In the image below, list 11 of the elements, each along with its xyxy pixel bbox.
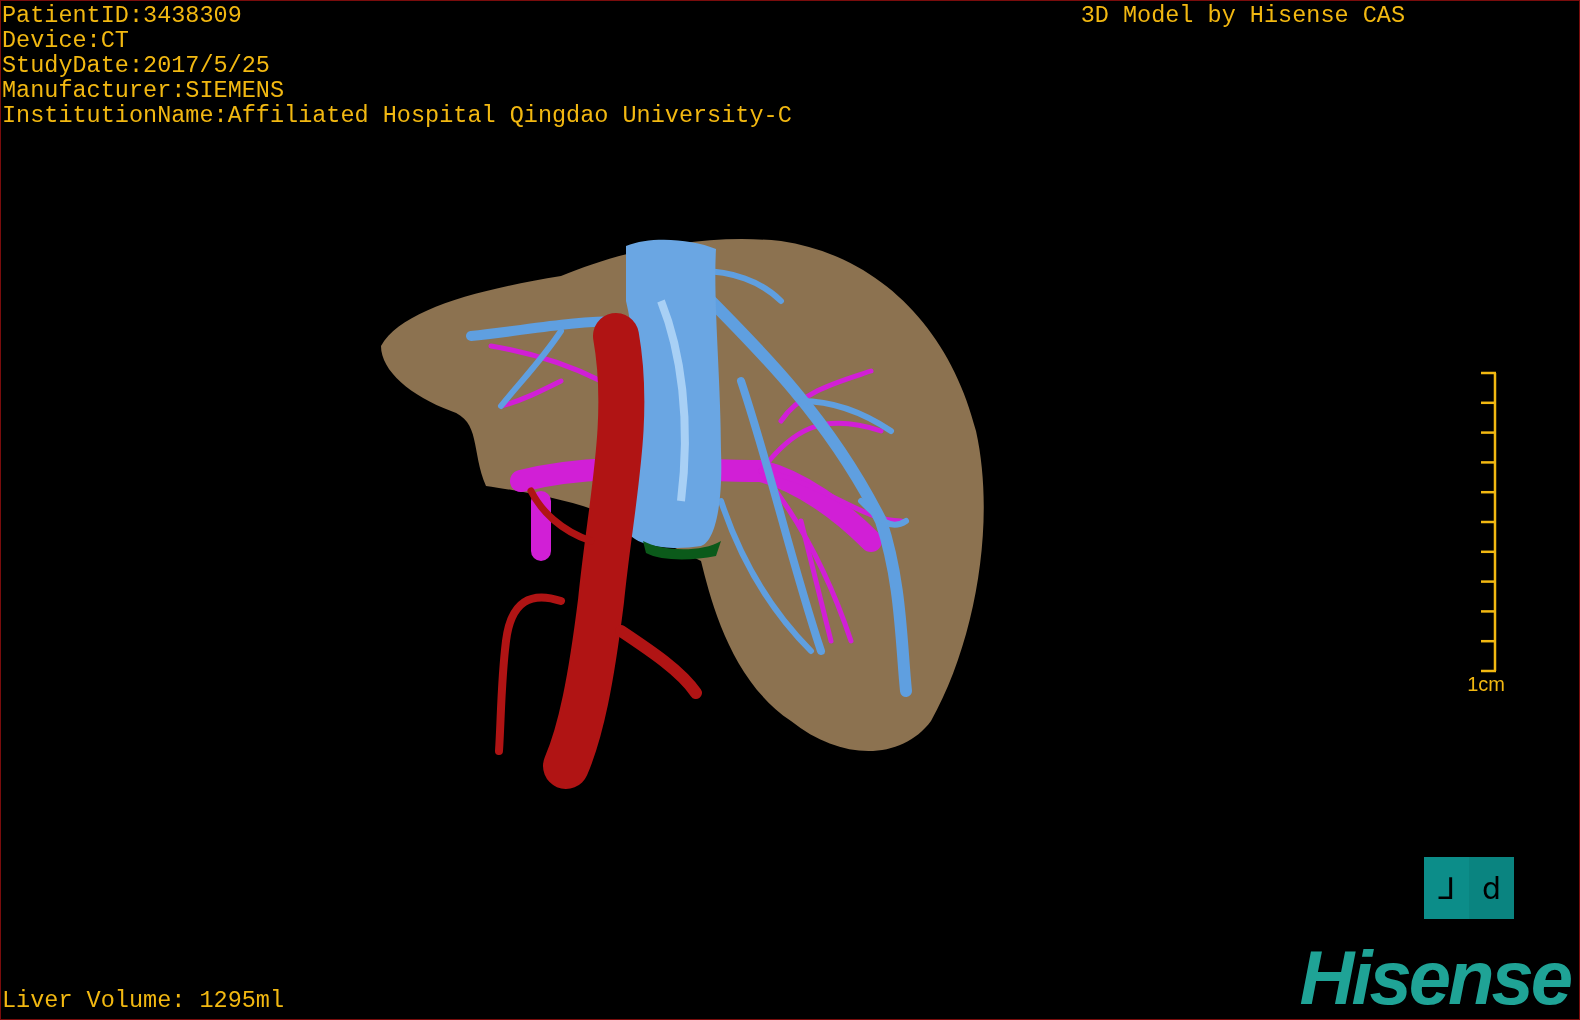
cube-face-label: ⅃ — [1438, 870, 1455, 906]
patient-info-text: InstitutionName:Affiliated Hospital Qingdao University-C — [2, 103, 792, 128]
scale-label: 1cm — [1467, 673, 1505, 695]
patient-info-text: Manufacturer:SIEMENS — [2, 78, 286, 103]
liver-volume-text: Liver Volume: 1295ml — [2, 988, 285, 1013]
patient-info-text: PatientID:3438309 — [2, 3, 243, 28]
brand-logo: Hisense — [1299, 943, 1572, 1013]
patient-info-text: Device:CT — [2, 28, 130, 53]
cube-face-label: d — [1481, 870, 1501, 906]
viewer-title: 3D Model by Hisense CAS — [1080, 3, 1405, 28]
patient-info-text: StudyDate:2017/5/25 — [2, 53, 271, 78]
